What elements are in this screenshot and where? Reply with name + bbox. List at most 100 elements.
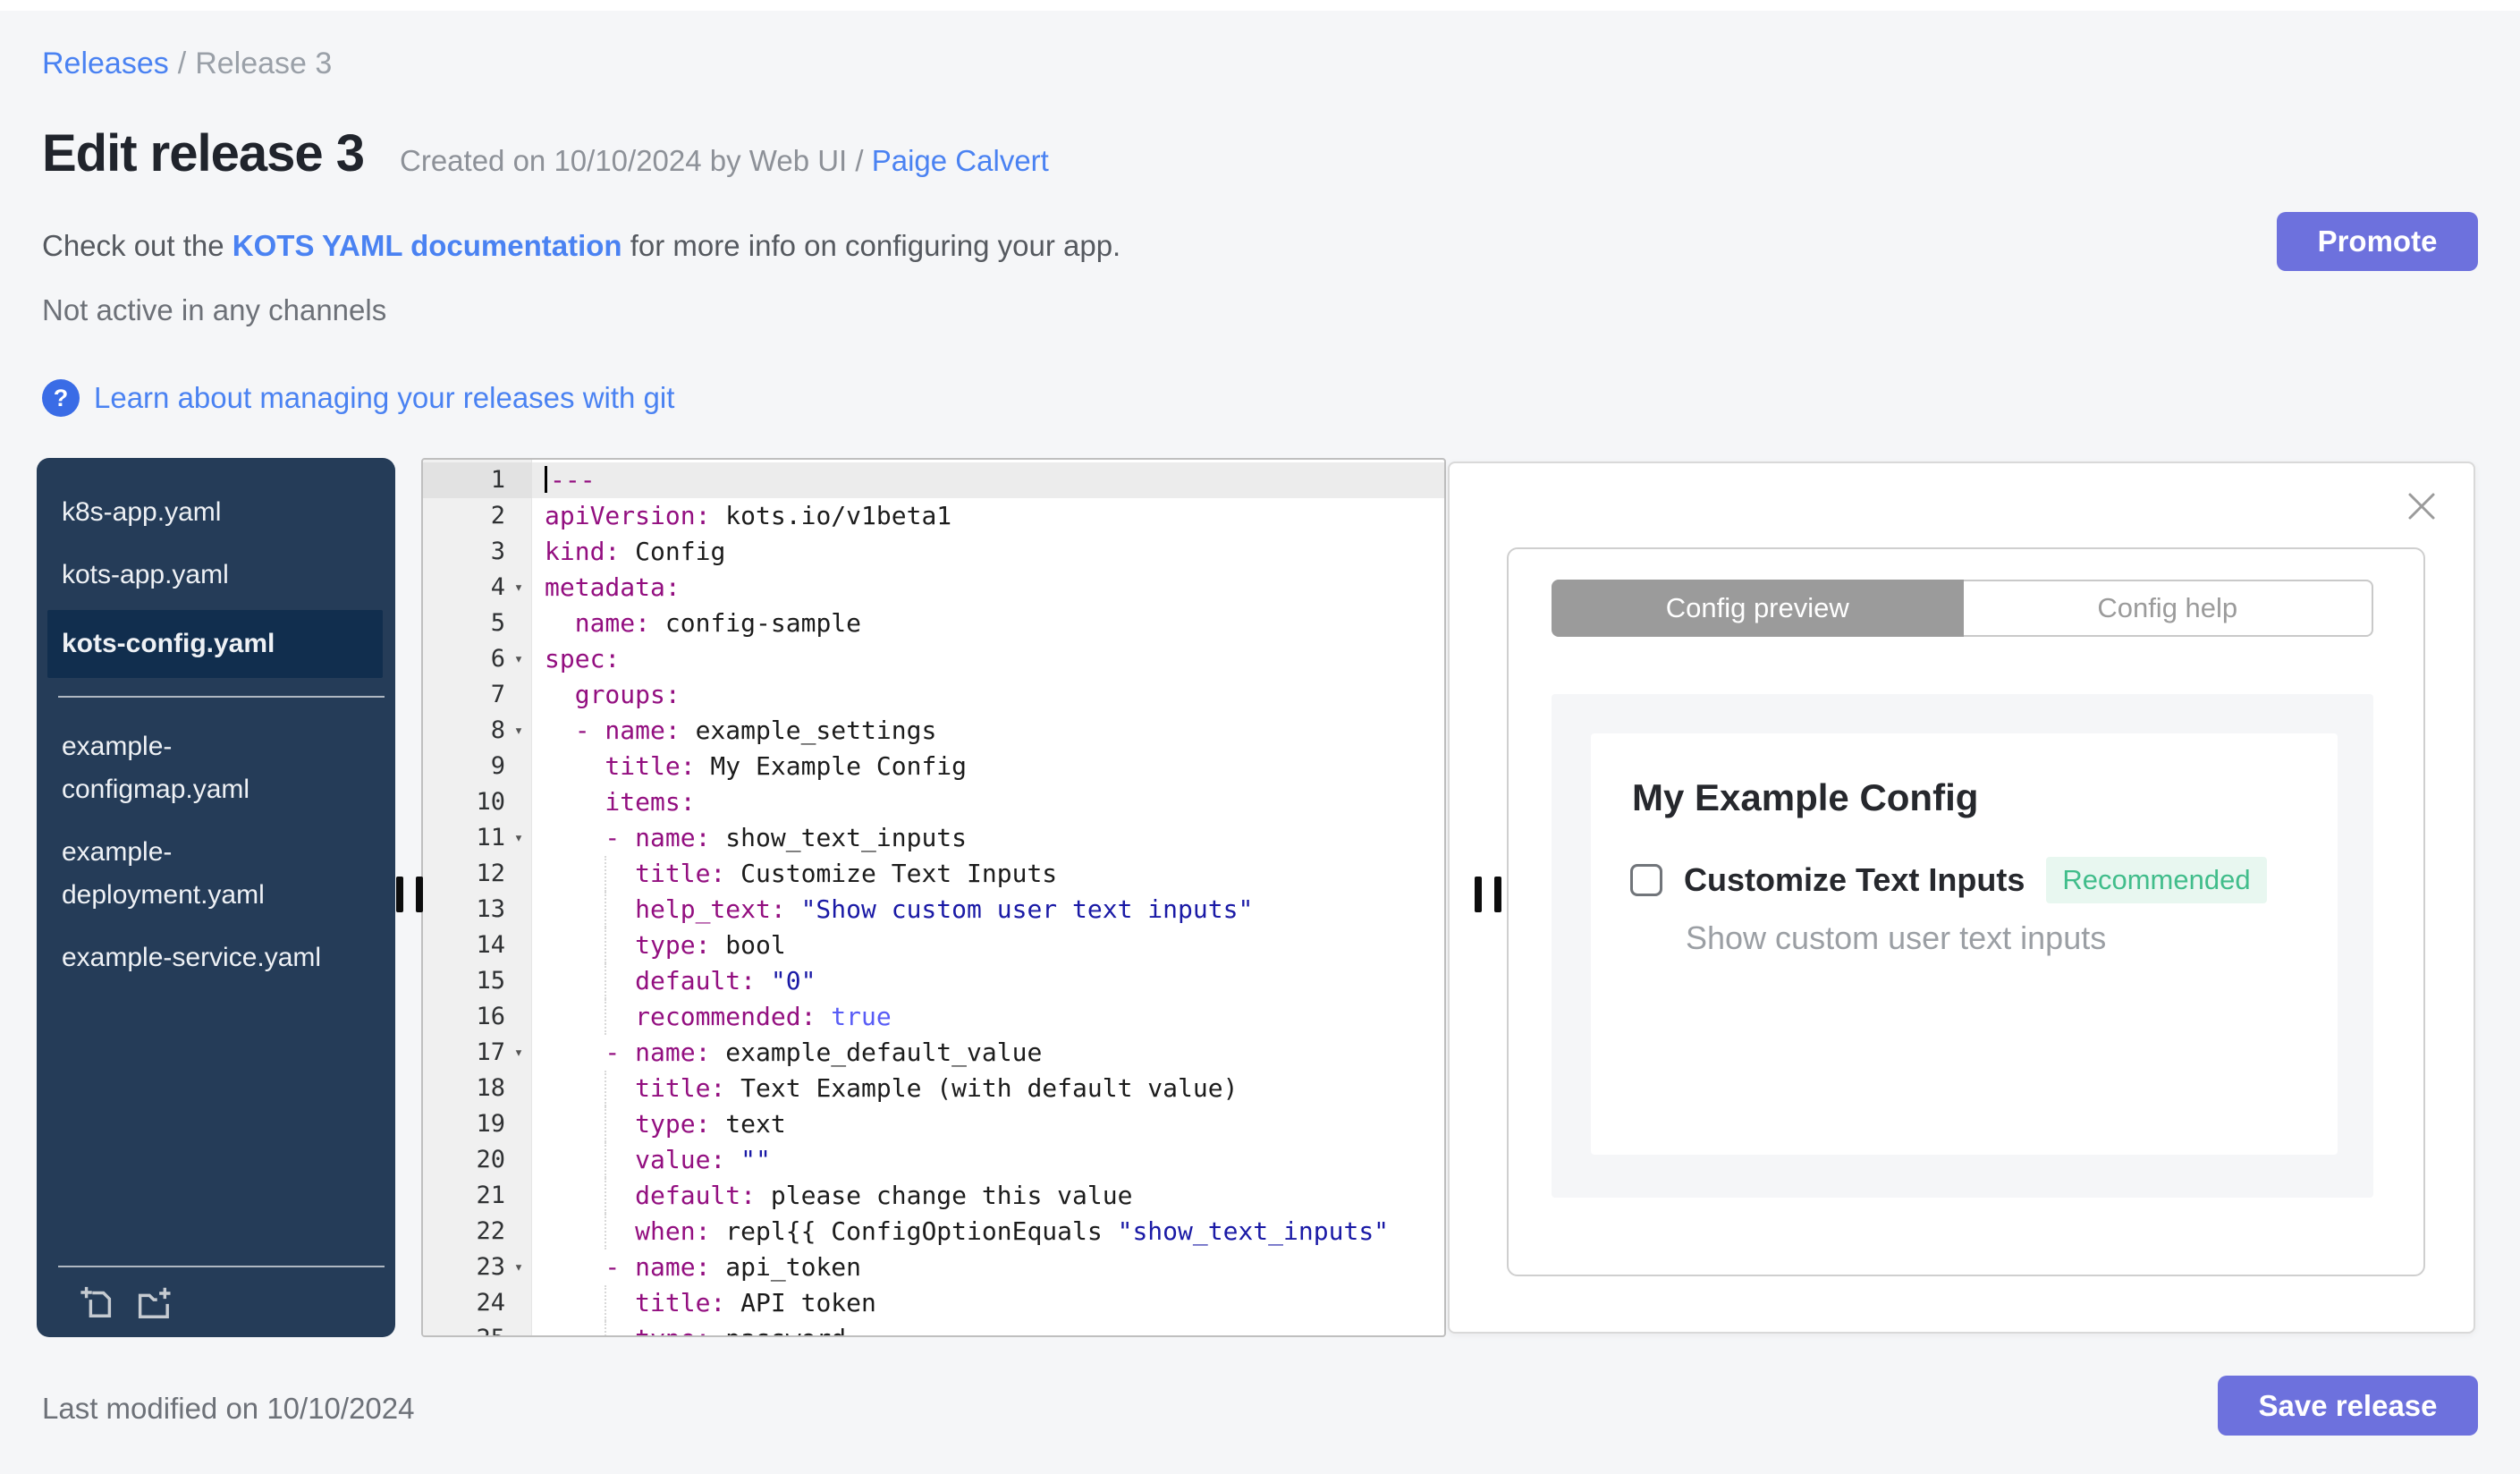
code-text[interactable]: groups: bbox=[532, 677, 1444, 713]
fold-caret-icon[interactable]: ▾ bbox=[505, 570, 532, 606]
config-preview-panel: Config preview Config help My Example Con… bbox=[1448, 462, 2475, 1334]
git-help-link[interactable]: ? Learn about managing your releases wit… bbox=[42, 379, 674, 417]
kots-yaml-doc-link[interactable]: KOTS YAML documentation bbox=[233, 229, 622, 262]
code-text[interactable]: apiVersion: kots.io/v1beta1 bbox=[532, 498, 1444, 534]
code-line-5: 5 name: config-sample bbox=[423, 606, 1444, 641]
line-number-text: 19 bbox=[476, 1110, 505, 1138]
sidebar-file-kots-app.yaml[interactable]: kots-app.yaml bbox=[37, 544, 372, 606]
pane-resize-handle-right[interactable] bbox=[1475, 877, 1503, 912]
token-t: example_settings bbox=[680, 716, 937, 745]
pane-resize-handle-left[interactable] bbox=[396, 877, 425, 912]
indent-guide bbox=[605, 1178, 607, 1214]
code-text[interactable]: spec: bbox=[532, 641, 1444, 677]
sidebar-file-kots-config.yaml[interactable]: kots-config.yaml bbox=[47, 610, 383, 678]
config-card: My Example Config Customize Text Inputs … bbox=[1591, 733, 2338, 1155]
code-text[interactable]: metadata: bbox=[532, 570, 1444, 606]
code-text[interactable]: type: bool bbox=[532, 928, 1444, 963]
token-t: example_default_value bbox=[710, 1038, 1043, 1067]
line-number-text: 10 bbox=[476, 788, 505, 816]
tab-config-preview[interactable]: Config preview bbox=[1552, 580, 1964, 637]
sidebar-footer bbox=[37, 1266, 395, 1337]
code-line-13: 13 help_text: "Show custom user text inp… bbox=[423, 892, 1444, 928]
sidebar-file-example-service.yaml[interactable]: example-service.yaml bbox=[37, 927, 372, 989]
code-line-23: 23 ▾ - name: api_token bbox=[423, 1250, 1444, 1285]
fold-caret-icon[interactable]: ▾ bbox=[505, 1250, 532, 1285]
fold-caret-empty bbox=[505, 462, 532, 498]
token-k: type: bbox=[545, 1109, 711, 1139]
line-number-13: 13 bbox=[423, 892, 532, 928]
code-text[interactable]: default: "0" bbox=[532, 963, 1444, 999]
fold-caret-empty bbox=[505, 856, 532, 892]
new-folder-icon[interactable] bbox=[131, 1283, 173, 1321]
config-item-label: Customize Text Inputs bbox=[1684, 861, 2025, 898]
doc-hint-suffix: for more info on configuring your app. bbox=[622, 229, 1121, 262]
code-text[interactable]: recommended: true bbox=[532, 999, 1444, 1035]
sidebar-file-k8s-app.yaml[interactable]: k8s-app.yaml bbox=[37, 481, 372, 544]
token-k: type: bbox=[545, 930, 711, 960]
code-text[interactable]: value: "" bbox=[532, 1142, 1444, 1178]
breadcrumb-separator: / bbox=[177, 47, 187, 80]
code-text[interactable]: when: repl{{ ConfigOptionEquals "show_te… bbox=[532, 1214, 1444, 1250]
save-release-button[interactable]: Save release bbox=[2218, 1376, 2478, 1436]
preview-content-area: My Example Config Customize Text Inputs … bbox=[1552, 694, 2373, 1198]
customize-text-inputs-checkbox[interactable] bbox=[1630, 864, 1662, 896]
code-text[interactable]: title: API token bbox=[532, 1285, 1444, 1321]
code-text[interactable]: title: My Example Config bbox=[532, 749, 1444, 784]
code-text[interactable]: name: config-sample bbox=[532, 606, 1444, 641]
code-text[interactable]: kind: Config bbox=[532, 534, 1444, 570]
token-b: true bbox=[816, 1002, 892, 1031]
file-list: k8s-app.yaml kots-app.yaml kots-config.yam… bbox=[37, 481, 395, 989]
sidebar-file-example-deployment.yaml[interactable]: example-deployment.yaml bbox=[37, 821, 372, 927]
breadcrumb-releases-link[interactable]: Releases bbox=[42, 47, 169, 80]
token-t: repl{{ ConfigOptionEquals bbox=[710, 1216, 1118, 1246]
code-text[interactable]: - name: api_token bbox=[532, 1250, 1444, 1285]
token-k: recommended: bbox=[545, 1002, 816, 1031]
line-number-text: 7 bbox=[490, 681, 505, 708]
indent-guide bbox=[605, 856, 607, 892]
code-text[interactable]: help_text: "Show custom user text inputs… bbox=[532, 892, 1444, 928]
code-line-9: 9 title: My Example Config bbox=[423, 749, 1444, 784]
code-text[interactable]: - name: show_text_inputs bbox=[532, 820, 1444, 856]
close-icon[interactable] bbox=[2404, 488, 2440, 524]
code-text[interactable]: - name: example_default_value bbox=[532, 1035, 1444, 1071]
author-link[interactable]: Paige Calvert bbox=[872, 144, 1049, 177]
code-text[interactable]: type: password bbox=[532, 1321, 1444, 1335]
code-text[interactable]: --- bbox=[532, 462, 1444, 498]
tab-config-help[interactable]: Config help bbox=[1963, 580, 2373, 637]
fold-caret-icon[interactable]: ▾ bbox=[505, 820, 532, 856]
new-file-icon[interactable] bbox=[79, 1283, 116, 1321]
git-link-text: Learn about managing your releases with … bbox=[94, 381, 675, 414]
line-number-4: 4 ▾ bbox=[423, 570, 532, 606]
top-strip bbox=[0, 0, 2520, 11]
line-number-11: 11 ▾ bbox=[423, 820, 532, 856]
token-k: when: bbox=[545, 1216, 711, 1246]
fold-caret-empty bbox=[505, 1142, 532, 1178]
fold-caret-empty bbox=[505, 498, 532, 534]
sidebar-file-example-configmap.yaml[interactable]: example-configmap.yaml bbox=[37, 716, 372, 821]
line-number-7: 7 bbox=[423, 677, 532, 713]
token-t: config-sample bbox=[650, 608, 862, 638]
line-number-18: 18 bbox=[423, 1071, 532, 1106]
code-text[interactable]: - name: example_settings bbox=[532, 713, 1444, 749]
token-t: password bbox=[710, 1324, 846, 1335]
code-text[interactable]: items: bbox=[532, 784, 1444, 820]
token-t: My Example Config bbox=[695, 751, 968, 781]
last-modified-text: Last modified on 10/10/2024 bbox=[42, 1392, 415, 1425]
indent-guide bbox=[605, 1214, 607, 1250]
fold-caret-icon[interactable]: ▾ bbox=[505, 1035, 532, 1071]
fold-caret-empty bbox=[505, 999, 532, 1035]
fold-caret-icon[interactable]: ▾ bbox=[505, 641, 532, 677]
question-mark-icon: ? bbox=[42, 379, 80, 417]
token-k: - name: bbox=[545, 823, 711, 852]
code-text[interactable]: title: Customize Text Inputs bbox=[532, 856, 1444, 892]
doc-hint-prefix: Check out the bbox=[42, 229, 233, 262]
code-text[interactable]: title: Text Example (with default value) bbox=[532, 1071, 1444, 1106]
token-t: Customize Text Inputs bbox=[725, 859, 1058, 888]
promote-button[interactable]: Promote bbox=[2277, 212, 2478, 271]
fold-caret-icon[interactable]: ▾ bbox=[505, 713, 532, 749]
code-text[interactable]: default: please change this value bbox=[532, 1178, 1444, 1214]
token-t: text bbox=[710, 1109, 786, 1139]
yaml-code-editor[interactable]: 1 --- 2 apiVersion: kots.io/v1beta1 3 kind: C… bbox=[421, 458, 1446, 1337]
code-text[interactable]: type: text bbox=[532, 1106, 1444, 1142]
created-text: Created on 10/10/2024 by Web UI / bbox=[400, 144, 872, 177]
